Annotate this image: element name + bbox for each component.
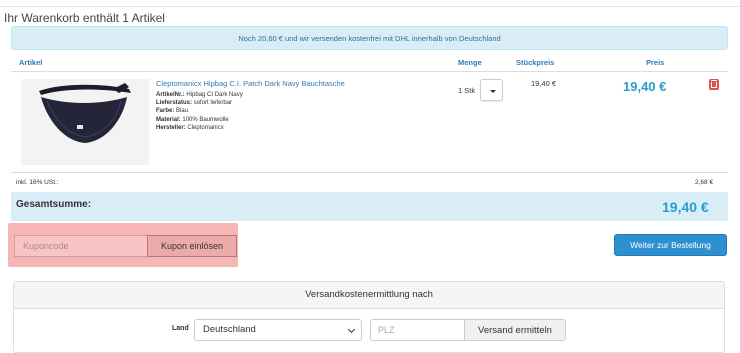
header-price: Preis bbox=[646, 58, 665, 67]
attr-value: Hipbag CI Dark Navy bbox=[186, 92, 243, 98]
attr-label: ArtikelNr.: bbox=[156, 92, 185, 98]
attr-article-number: ArtikelNr.: Hipbag CI Dark Navy bbox=[156, 92, 243, 98]
quantity-value: 1 Stk bbox=[458, 86, 476, 95]
product-name-link[interactable]: Cleptomanicx Hipbag C.I. Patch Dark Navy… bbox=[156, 79, 345, 88]
attr-label: Lieferstatus: bbox=[156, 100, 193, 106]
chevron-down-icon bbox=[347, 325, 356, 334]
coupon-code-input[interactable] bbox=[14, 235, 148, 257]
item-divider bbox=[11, 172, 728, 173]
total-value: 19,40 € bbox=[662, 199, 709, 215]
attr-value: sofort lieferbar bbox=[193, 100, 233, 106]
attr-delivery-status: Lieferstatus: sofort lieferbar bbox=[156, 100, 232, 106]
header-unit-price: Stückpreis bbox=[516, 58, 555, 67]
vat-label: inkl. 16% USt.: bbox=[16, 179, 59, 186]
total-label: Gesamtsumme: bbox=[16, 199, 92, 210]
trash-icon[interactable] bbox=[709, 79, 719, 90]
country-selected-value: Deutschland bbox=[203, 324, 256, 335]
item-price: 19,40 € bbox=[623, 79, 667, 94]
attr-material: Material: 100% Baumwolle bbox=[156, 117, 229, 123]
unit-price: 19,40 € bbox=[531, 79, 557, 88]
quantity-dropdown-button[interactable] bbox=[480, 79, 503, 101]
caret-down-icon bbox=[490, 90, 496, 93]
shipping-calculator-title: Versandkostenermittlung nach bbox=[14, 282, 724, 309]
redeem-coupon-button[interactable]: Kupon einlösen bbox=[147, 235, 237, 257]
attr-label: Material: bbox=[156, 117, 181, 123]
table-header-divider bbox=[11, 71, 728, 72]
header-article: Artikel bbox=[19, 58, 43, 67]
country-select[interactable]: Deutschland bbox=[194, 319, 362, 341]
free-shipping-notice: Noch 20,60 € und wir versenden kostenfre… bbox=[11, 26, 728, 50]
checkout-button[interactable]: Weiter zur Bestellung bbox=[614, 234, 727, 256]
vat-value: 2,68 € bbox=[695, 179, 714, 186]
top-divider bbox=[0, 0, 740, 7]
header-quantity: Menge bbox=[458, 58, 482, 67]
attr-value: Blau bbox=[176, 108, 189, 114]
attr-value: Cleptomanicx bbox=[187, 125, 224, 131]
fanny-pack-image[interactable] bbox=[21, 79, 149, 165]
attr-value: 100% Baumwolle bbox=[182, 117, 229, 123]
attr-manufacturer: Hersteller: Cleptomanicx bbox=[156, 125, 224, 131]
calculate-shipping-button[interactable]: Versand ermitteln bbox=[464, 319, 566, 341]
total-row bbox=[11, 192, 728, 221]
zip-code-input[interactable] bbox=[370, 319, 465, 341]
attr-color: Farbe: Blau bbox=[156, 108, 188, 114]
country-label: Land bbox=[172, 325, 189, 332]
cart-heading: Ihr Warenkorb enthält 1 Artikel bbox=[4, 11, 165, 25]
attr-label: Hersteller: bbox=[156, 125, 186, 131]
attr-label: Farbe: bbox=[156, 108, 175, 114]
